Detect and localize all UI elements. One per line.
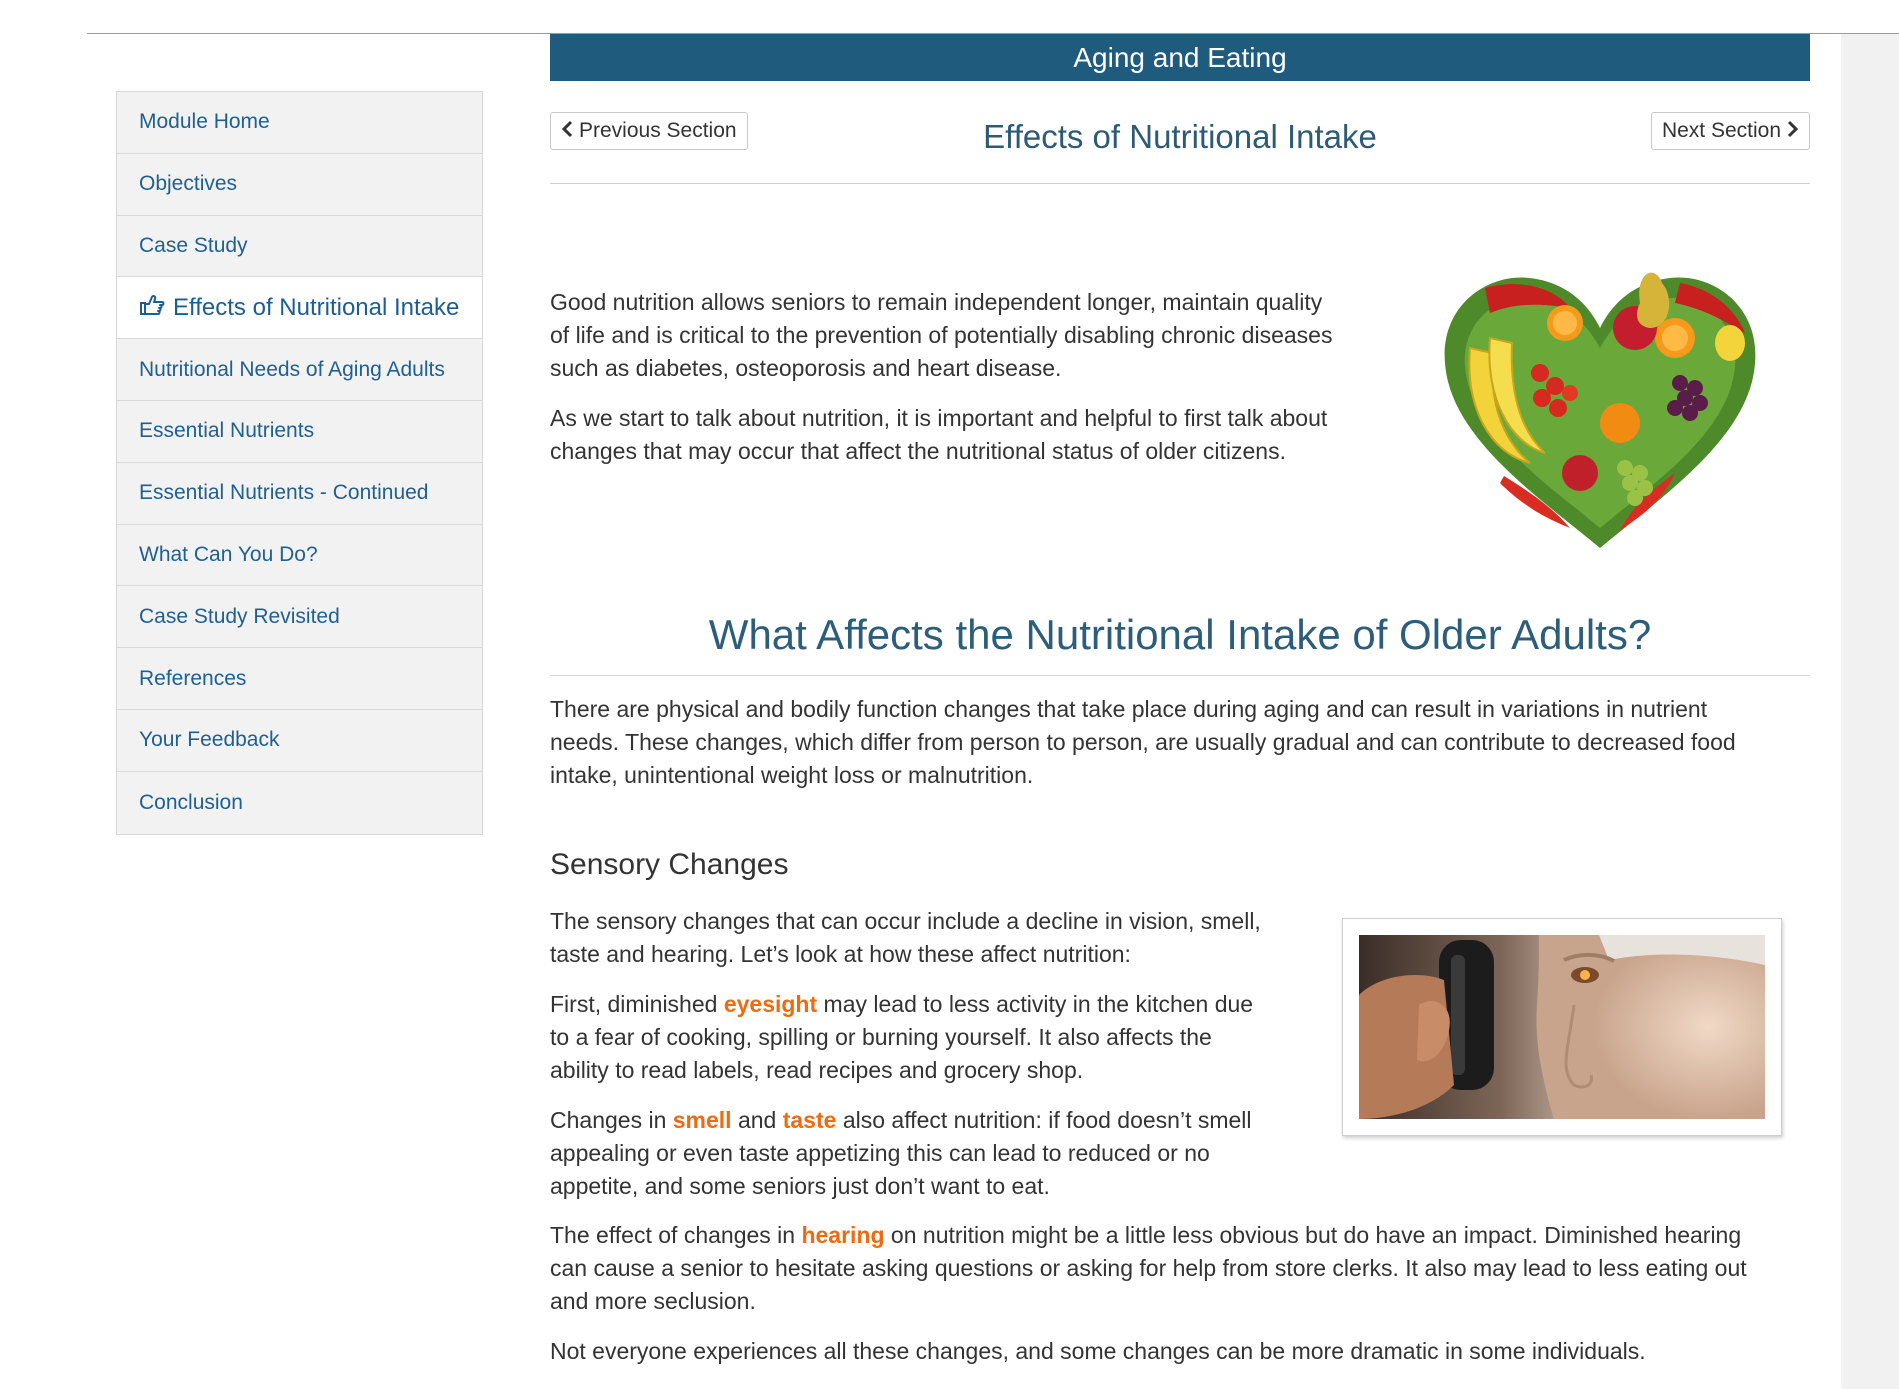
sidebar-item-references[interactable]: References [117, 648, 482, 710]
sensory-paragraph-smell-taste: Changes in smell and taste also affect n… [550, 1104, 1252, 1203]
sidebar-item-label: Effects of Nutritional Intake [173, 293, 460, 321]
sidebar-item-label: Essential Nutrients [139, 419, 315, 443]
sidebar-item-label: Essential Nutrients - Continued [139, 481, 429, 505]
scrollbar-track[interactable] [1841, 34, 1899, 1389]
next-section-button[interactable]: Next Section [1650, 112, 1810, 150]
section-paragraph: There are physical and bodily function c… [550, 693, 1736, 792]
sidebar-item-effects-of-nutritional-intake[interactable]: Effects of Nutritional Intake [117, 277, 482, 340]
sensory-paragraph-closing: Not everyone experiences all these chang… [550, 1335, 1646, 1368]
sidebar-item-your-feedback[interactable]: Your Feedback [117, 709, 482, 772]
text-line: such as diabetes, osteoporosis and heart… [550, 355, 1062, 381]
text-segment: also affect nutrition: if food doesn’t s… [836, 1107, 1252, 1133]
text-segment: may lead to less activity in the kitchen… [817, 991, 1254, 1017]
sidebar-item-nutritional-needs[interactable]: Nutritional Needs of Aging Adults [117, 339, 482, 401]
section-heading: What Affects the Nutritional Intake of O… [708, 611, 1652, 658]
next-section-label: Next Section [1661, 119, 1781, 142]
sidebar-item-what-can-you-do[interactable]: What Can You Do? [117, 524, 482, 587]
text-line: intake, unintentional weight loss or mal… [550, 762, 1034, 788]
text-line: The sensory changes that can occur inclu… [550, 908, 1261, 934]
text-segment: and [731, 1107, 783, 1133]
highlight-eyesight: eyesight [723, 991, 818, 1017]
text-segment: The effect of changes in [550, 1222, 802, 1248]
eye-exam-photo [1359, 935, 1765, 1119]
fruit-vegetable-heart-image [1444, 272, 1756, 548]
sidebar-item-objectives[interactable]: Objectives [117, 153, 482, 216]
sidebar-item-case-study-revisited[interactable]: Case Study Revisited [117, 586, 482, 649]
highlight-smell: smell [672, 1107, 732, 1133]
text-line: of life and is critical to the preventio… [550, 322, 1333, 348]
text-line: appetite, and some seniors just don’t wa… [550, 1173, 1050, 1199]
heading-divider [550, 675, 1810, 676]
sidebar-item-label: Your Feedback [139, 728, 280, 752]
hand-pointing-right-icon [139, 294, 165, 321]
sidebar-item-label: Nutritional Needs of Aging Adults [139, 357, 445, 381]
sidebar-item-label: Case Study [139, 233, 248, 257]
text-line: can cause a senior to hesitate asking qu… [550, 1255, 1747, 1281]
text-line: As we start to talk about nutrition, it … [550, 405, 1328, 431]
text-line: appealing or even taste appetizing this … [550, 1140, 1210, 1166]
sidebar-item-case-study[interactable]: Case Study [117, 215, 482, 278]
sidebar-item-label: Module Home [139, 110, 270, 134]
sidebar-item-label: Conclusion [139, 790, 243, 814]
nav-divider [550, 183, 1810, 184]
intro-paragraph-2: As we start to talk about nutrition, it … [550, 402, 1327, 468]
module-sidebar: Module Home Objectives Case Study Effect… [116, 91, 483, 835]
sidebar-item-essential-nutrients[interactable]: Essential Nutrients [117, 400, 482, 463]
sidebar-item-module-home[interactable]: Module Home [117, 92, 482, 154]
text-line: ability to read labels, read recipes and… [550, 1057, 1084, 1083]
intro-paragraph-1: Good nutrition allows seniors to remain … [550, 286, 1332, 385]
text-line: Not everyone experiences all these chang… [550, 1338, 1646, 1364]
sensory-paragraph-1: The sensory changes that can occur inclu… [550, 905, 1261, 971]
text-line: to a fear of cooking, spilling or burnin… [550, 1024, 1212, 1050]
eye-exam-photo-frame [1342, 918, 1782, 1136]
sidebar-item-label: References [139, 666, 247, 690]
page: Module Home Objectives Case Study Effect… [0, 0, 1899, 1389]
text-line: Good nutrition allows seniors to remain … [550, 289, 1323, 315]
sidebar-item-essential-nutrients-continued[interactable]: Essential Nutrients - Continued [117, 462, 482, 525]
text-line: needs. These changes, which differ from … [550, 729, 1736, 755]
sidebar-item-conclusion[interactable]: Conclusion [117, 771, 482, 834]
sidebar-item-label: Case Study Revisited [139, 604, 340, 628]
text-segment: Changes in [550, 1107, 673, 1133]
text-line: There are physical and bodily function c… [550, 696, 1708, 722]
text-segment: First, diminished [550, 991, 724, 1017]
sensory-paragraph-hearing: The effect of changes in hearing on nutr… [550, 1219, 1747, 1318]
section-title: Effects of Nutritional Intake [983, 118, 1377, 155]
text-segment: on nutrition might be a little less obvi… [884, 1222, 1742, 1248]
chevron-right-icon [1787, 120, 1799, 142]
text-line: and more seclusion. [550, 1288, 756, 1314]
text-line: changes that may occur that affect the n… [550, 438, 1286, 464]
sidebar-item-label: Objectives [139, 172, 238, 196]
module-title-bar: Aging and Eating [550, 34, 1810, 81]
sensory-changes-heading: Sensory Changes [550, 848, 789, 881]
highlight-hearing: hearing [801, 1222, 885, 1248]
text-line: taste and hearing. Let’s look at how the… [550, 941, 1131, 967]
sidebar-item-label: What Can You Do? [139, 542, 318, 566]
sensory-paragraph-eyesight: First, diminished eyesight may lead to l… [550, 988, 1253, 1087]
highlight-taste: taste [782, 1107, 837, 1133]
